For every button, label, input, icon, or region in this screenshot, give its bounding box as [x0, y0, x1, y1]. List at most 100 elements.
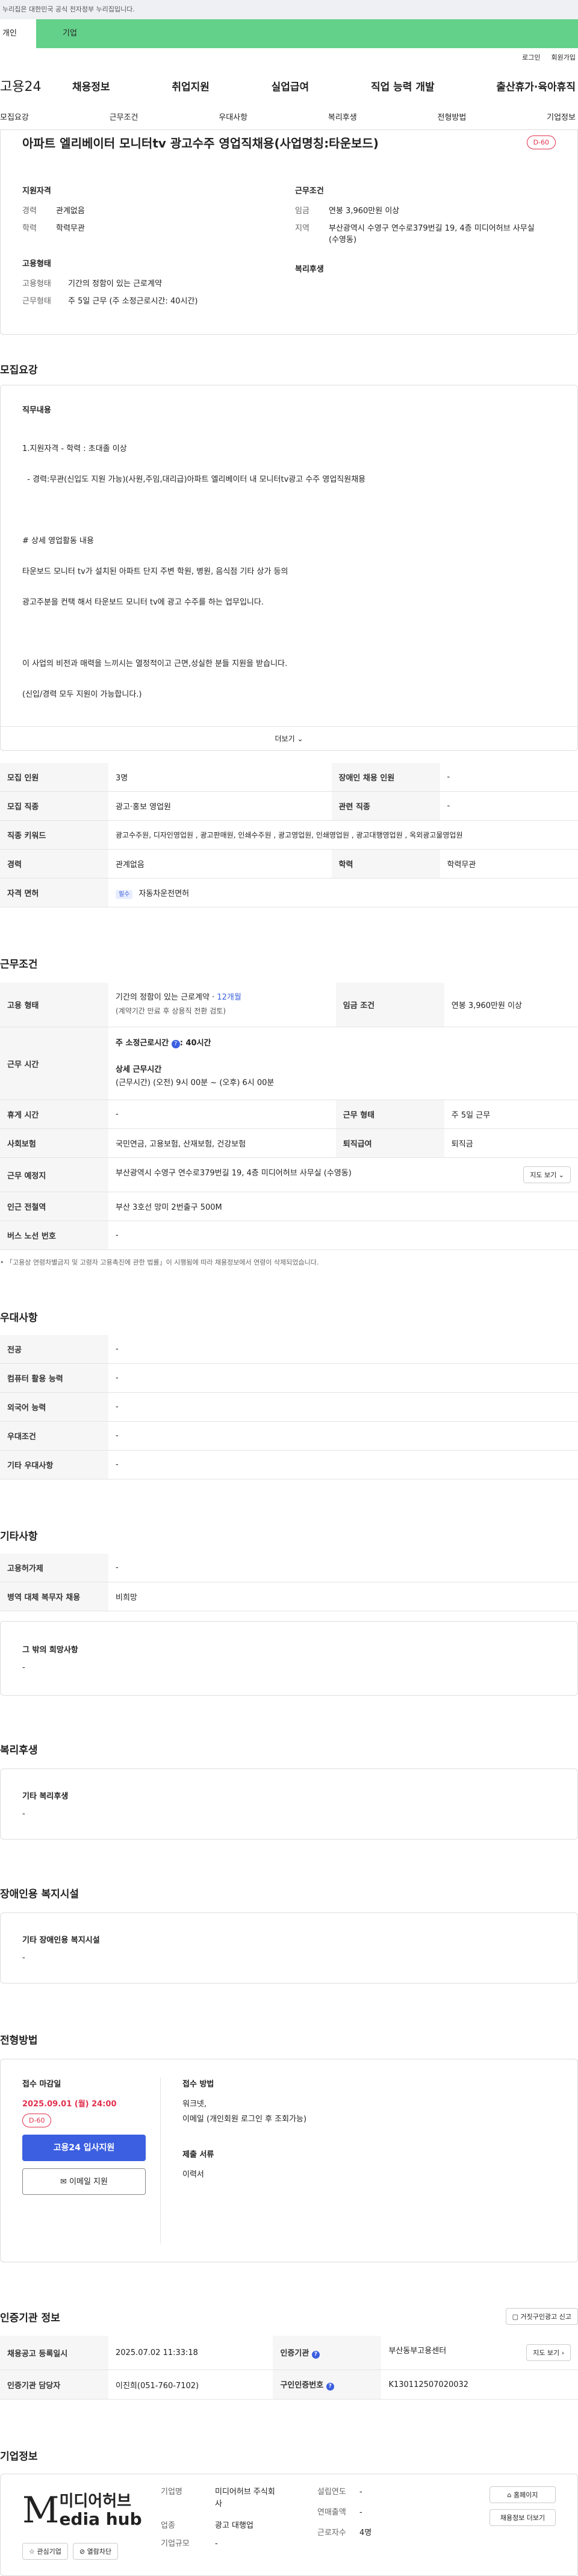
report-button[interactable]: ▢ 거짓구인광고 신고 — [506, 2308, 578, 2325]
email-apply-button[interactable]: ✉ 이메일 지원 — [22, 2168, 146, 2195]
hours-detail-value: (근무시간) (오전) 9시 00분 ~ (오후) 6시 00분 — [116, 1078, 274, 1087]
company-size: - — [215, 2538, 218, 2550]
cell-key: 자격 면허 — [0, 879, 108, 907]
anchor-work[interactable]: 근무조건 — [110, 111, 138, 122]
block-company-button[interactable]: ⊘ 열람차단 — [73, 2543, 118, 2560]
pref-section: 우대사항 전공- 컴퓨터 활용 능력- 외국어 능력- 우대조건- 기타 우대사… — [0, 1309, 578, 1479]
info-icon[interactable]: ? — [312, 2351, 320, 2359]
anchor-recruit[interactable]: 모집요강 — [0, 111, 29, 122]
favorite-label: 관심기업 — [37, 2548, 61, 2556]
tab-person[interactable]: 개인 — [0, 19, 36, 48]
homepage-button[interactable]: ⌂ 홈페이지 — [489, 2486, 556, 2503]
company-links: ⌂ 홈페이지 채용정보 더보기 — [420, 2486, 556, 2563]
company-info-col-1: 기업명미디어허브 주식회사 업종광고 대행업 기업규모- — [161, 2486, 305, 2563]
table-row: 고용허가제- — [0, 1554, 578, 1582]
qual-row: 학력학력무관 — [22, 222, 283, 233]
cell-key: 근무 형태 — [336, 1100, 444, 1129]
company-row: 연매출액- — [317, 2507, 408, 2519]
cell-key: 모집 직종 — [0, 792, 108, 821]
logo-wordmark: 미디어허브 edia hub — [59, 2492, 141, 2528]
tab-company[interactable]: 기업 — [36, 19, 578, 48]
info-icon[interactable]: ? — [326, 2383, 334, 2391]
more-toggle[interactable]: 더보기 ⌄ — [1, 726, 577, 750]
favorite-company-button[interactable]: ☆ 관심기업 — [22, 2543, 68, 2560]
gnb-item-training[interactable]: 직업 능력 개발 — [371, 78, 435, 93]
cell-key: 구인인증번호 ? — [273, 2370, 381, 2400]
cell-value: 기간의 정함이 있는 근로계약 · 12개월(계약기간 만료 후 상용직 전환 … — [108, 983, 336, 1027]
emp-type-text: 기간의 정함이 있는 근로계약 · — [116, 993, 217, 1002]
cell-key-label: 인증기관 — [280, 2349, 309, 2358]
cell-value: - — [108, 1554, 578, 1582]
gnb-item-jobs[interactable]: 채용정보 — [72, 78, 110, 93]
cert-map-button[interactable]: 지도 보기 › — [526, 2344, 571, 2361]
other-wish-value: - — [22, 1663, 556, 1672]
block-label: 열람차단 — [87, 2548, 111, 2556]
cert-map-label: 지도 보기 — [533, 2349, 559, 2357]
duty-line: 타운보드 모니터 tv가 설치된 아파트 단지 주변 학원, 병원, 음식점 기… — [22, 567, 556, 577]
cell-value: 학력무관 — [440, 850, 578, 879]
email-apply-label: 이메일 지원 — [69, 2177, 108, 2186]
cell-key-label: 구인인증번호 — [280, 2381, 323, 2390]
recruit-title: 모집요강 — [0, 361, 578, 376]
table-row: 자격 면허필수자동차운전면허 — [0, 879, 578, 907]
info-icon[interactable]: ? — [172, 1040, 180, 1048]
cell-key: 채용공고 등록일시 — [0, 2336, 108, 2370]
join-link[interactable]: 회원가입 — [552, 48, 576, 67]
company-key: 연매출액 — [317, 2507, 359, 2519]
cell-key: 관련 직종 — [332, 792, 440, 821]
report-button-label: 거짓구인광고 신고 — [521, 2313, 571, 2321]
cert-section: 인증기관 정보 ▢ 거짓구인광고 신고 채용공고 등록일시 2025.07.02… — [0, 2308, 578, 2400]
cell-value: 주 5일 근무 — [444, 1100, 578, 1129]
gnb-item-employment-support[interactable]: 취업지원 — [172, 78, 210, 93]
company-card: M 미디어허브 edia hub ☆ 관심기업 ⊘ 열람차단 기업명미디어허브 … — [0, 2474, 578, 2576]
cell-key: 인증기관 담당자 — [0, 2370, 108, 2400]
map-button[interactable]: 지도 보기 ⌄ — [523, 1166, 571, 1183]
table-row: 기타 우대사항- — [0, 1451, 578, 1479]
work-title: 근무조건 — [0, 956, 578, 971]
emp-value: 기간의 정함이 있는 근로계약 — [68, 277, 162, 288]
gov-banner-text: 누리집은 대한민국 공식 전자정부 누리집입니다. — [2, 5, 135, 13]
recruit-table: 모집 인원3명장애인 채용 인원- 모집 직종광고·홍보 영업원관련 직종- 직… — [0, 763, 578, 907]
anchor-apply[interactable]: 전형방법 — [438, 111, 467, 122]
company-row: 설립연도- — [317, 2486, 408, 2498]
gnb-item-leave[interactable]: 출산휴가·육아휴직 — [496, 78, 576, 93]
welfare-title: 복리후생 — [0, 1741, 578, 1756]
gov-banner: 누리집은 대한민국 공식 전자정부 누리집입니다. — [0, 0, 578, 19]
anchor-welfare[interactable]: 복리후생 — [328, 111, 357, 122]
site-logo[interactable]: 고용24 — [0, 76, 72, 95]
emp-row: 근무형태주 5일 근무 (주 소정근로시간: 40시간) — [22, 294, 283, 306]
company-section: 기업정보 M 미디어허브 edia hub ☆ 관심기업 ⊘ 열람차단 기업명미… — [0, 2448, 578, 2576]
anchor-pref[interactable]: 우대사항 — [219, 111, 247, 122]
age-note-text: 「고용상 연령차별금지 및 고령자 고용촉진에 관한 법률」이 시행됨에 따라 … — [6, 1258, 319, 1266]
table-row: 직종 키워드광고수주원, 디자인영업원 , 광고판매원, 인쇄수주원 , 광고영… — [0, 821, 578, 850]
qual-value: 관계없음 — [56, 204, 85, 216]
cert-header: 인증기관 정보 ▢ 거짓구인광고 신고 — [0, 2308, 578, 2325]
gnb-item-unemployment[interactable]: 실업급여 — [272, 78, 309, 93]
cell-value: 3명 — [108, 763, 332, 792]
company-info-col-2: 설립연도- 연매출액- 근로자수4명 — [317, 2486, 408, 2563]
cell-key: 직종 키워드 — [0, 821, 108, 850]
company-name: 미디어허브 주식회사 — [215, 2486, 281, 2510]
apply-button[interactable]: 고용24 입사지원 — [22, 2135, 146, 2161]
table-row: 채용공고 등록일시 2025.07.02 11:33:18 인증기관 ? 부산동… — [0, 2336, 578, 2370]
cert-table: 채용공고 등록일시 2025.07.02 11:33:18 인증기관 ? 부산동… — [0, 2336, 578, 2400]
cell-key: 근무 시간 — [0, 1027, 108, 1100]
login-link[interactable]: 로그인 — [522, 48, 540, 67]
cell-key: 퇴직급여 — [336, 1129, 444, 1158]
license-value: 자동차운전면허 — [138, 889, 189, 898]
home-icon: ⌂ — [508, 2491, 512, 2499]
table-row: 근무 예정지부산광역시 수영구 연수로379번길 19, 4층 미디어허브 사무… — [0, 1158, 578, 1192]
other-table: 고용허가제- 병역 대체 복무자 채용비희망 — [0, 1554, 578, 1611]
more-jobs-button[interactable]: 채용정보 더보기 — [489, 2509, 556, 2526]
cond-value: 연봉 3,960만원 이상 — [329, 204, 399, 216]
anchor-company[interactable]: 기업정보 — [547, 111, 576, 122]
disabled-section: 장애인용 복지시설 기타 장애인용 복지시설 - — [0, 1885, 578, 1983]
docs-label: 제출 서류 — [182, 2148, 306, 2159]
company-row: 기업명미디어허브 주식회사 — [161, 2486, 305, 2510]
hours-value: : 40시간 — [180, 1039, 211, 1048]
cond-heading: 근무조건 — [295, 184, 556, 196]
company-key: 기업명 — [161, 2486, 215, 2510]
cell-value: - — [108, 1364, 578, 1393]
welfare-value: - — [22, 1809, 556, 1818]
cell-key: 컴퓨터 활용 능력 — [0, 1364, 108, 1393]
